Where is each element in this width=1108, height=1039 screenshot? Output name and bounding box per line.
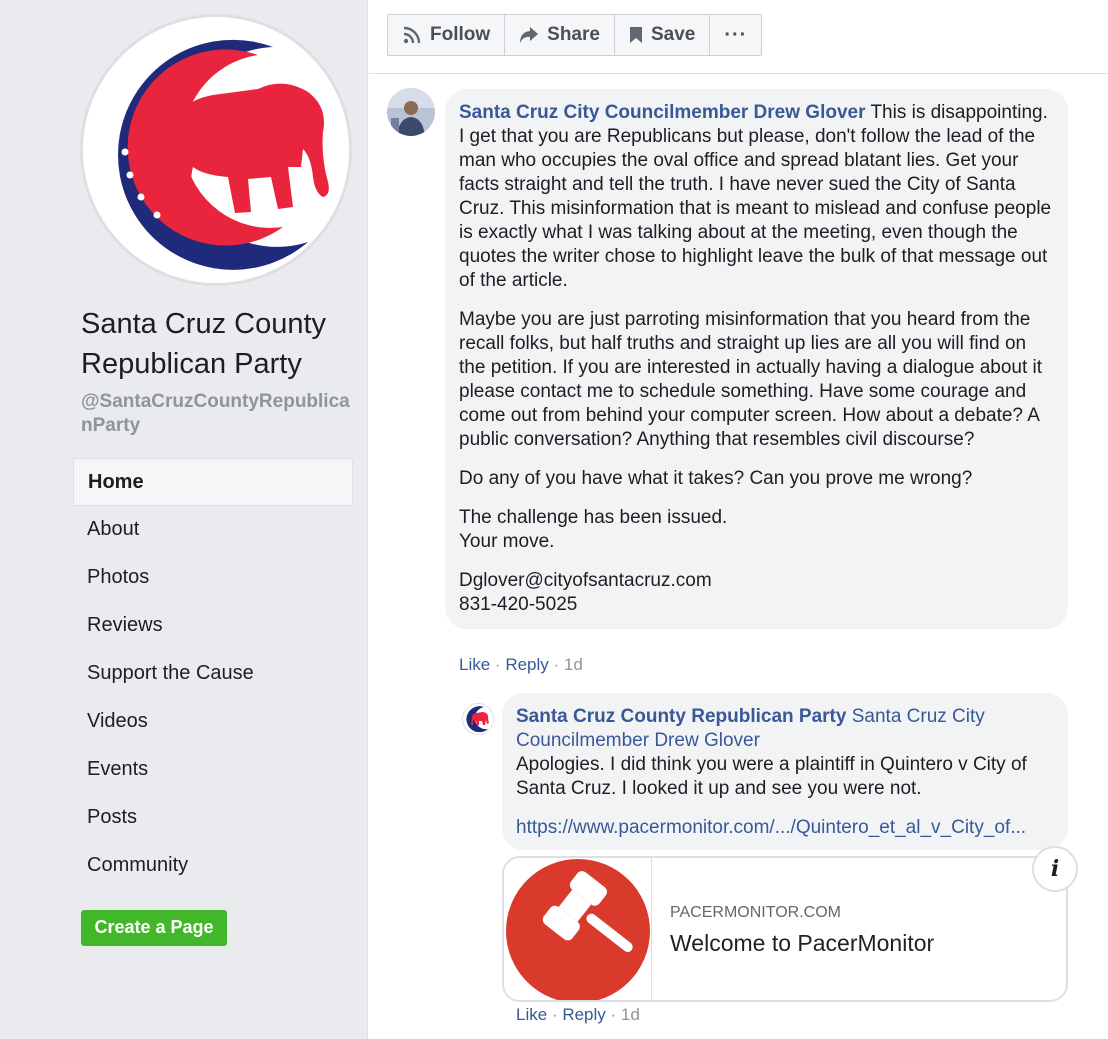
- comment-paragraph: Do any of you have what it takes? Can yo…: [459, 468, 973, 489]
- action-button-group: Follow Share Save ···: [387, 14, 763, 56]
- reply-meta: Like · Reply · 1d: [516, 1005, 640, 1025]
- nav-item-about[interactable]: About: [73, 506, 353, 554]
- meta-separator: ·: [553, 655, 564, 674]
- reply-bubble: Santa Cruz County Republican Party Santa…: [502, 693, 1068, 850]
- reply-link[interactable]: Reply: [505, 655, 548, 674]
- page-title[interactable]: Santa Cruz County Republican Party: [81, 304, 361, 384]
- comment-line: The challenge has been issued.: [459, 507, 728, 528]
- comment-meta: Like · Reply · 1d: [459, 655, 583, 675]
- share-button[interactable]: Share: [505, 15, 615, 55]
- comment-timestamp[interactable]: 1d: [564, 655, 583, 674]
- save-button[interactable]: Save: [615, 15, 711, 55]
- nav-item-support-the-cause[interactable]: Support the Cause: [73, 650, 353, 698]
- comment-paragraph: Santa Cruz City Councilmember Drew Glove…: [459, 101, 1054, 293]
- link-preview-card[interactable]: PACERMONITOR.COM Welcome to PacerMonitor: [502, 856, 1068, 1002]
- shared-url-link[interactable]: https://www.pacermonitor.com/.../Quinter…: [516, 817, 1026, 838]
- user-photo-icon: [387, 88, 435, 136]
- ellipsis-icon: ···: [724, 23, 748, 46]
- page-sidebar: Santa Cruz County Republican Party @Sant…: [0, 0, 368, 1039]
- nav-item-events[interactable]: Events: [73, 746, 353, 794]
- meta-separator: ·: [610, 1005, 621, 1024]
- comment-author-link[interactable]: Santa Cruz City Councilmember Drew Glove…: [459, 102, 866, 123]
- share-arrow-icon: [520, 27, 539, 43]
- info-icon[interactable]: i: [1032, 846, 1078, 892]
- nav-item-videos[interactable]: Videos: [73, 698, 353, 746]
- comment-paragraph: Maybe you are just parroting misinformat…: [459, 309, 1043, 450]
- save-label: Save: [650, 24, 696, 45]
- comment-bubble: Santa Cruz City Councilmember Drew Glove…: [445, 89, 1068, 629]
- commenter-avatar[interactable]: [387, 88, 435, 136]
- rss-icon: [403, 26, 421, 44]
- reply-link[interactable]: Reply: [562, 1005, 605, 1024]
- follow-label: Follow: [430, 24, 491, 45]
- follow-button[interactable]: Follow: [388, 15, 506, 55]
- meta-separator: ·: [551, 1005, 563, 1024]
- share-label: Share: [547, 24, 600, 45]
- more-options-button[interactable]: ···: [710, 15, 761, 55]
- elephant-logo-icon: [83, 17, 349, 283]
- comment-text: This is disappointing. I get that you ar…: [459, 102, 1052, 291]
- reply-timestamp[interactable]: 1d: [621, 1005, 640, 1024]
- like-link[interactable]: Like: [516, 1005, 547, 1024]
- comment-line: Your move.: [459, 531, 555, 552]
- like-link[interactable]: Like: [459, 655, 490, 674]
- comment-paragraph: Dglover@cityofsantacruz.com 831-420-5025: [459, 569, 1054, 617]
- reply-author-avatar[interactable]: [462, 703, 494, 735]
- contact-phone: 831-420-5025: [459, 594, 578, 615]
- nav-item-posts[interactable]: Posts: [73, 794, 353, 842]
- nav-item-community[interactable]: Community: [73, 842, 353, 890]
- reply-text: Apologies. I did think you were a plaint…: [516, 754, 1027, 799]
- create-page-button[interactable]: Create a Page: [81, 910, 227, 946]
- comment-paragraph: The challenge has been issued. Your move…: [459, 506, 1054, 554]
- contact-email: Dglover@cityofsantacruz.com: [459, 570, 712, 591]
- reply-paragraph: Santa Cruz County Republican Party Santa…: [516, 705, 1054, 801]
- bookmark-icon: [629, 27, 642, 43]
- nav-item-photos[interactable]: Photos: [73, 554, 353, 602]
- link-preview-domain: PACERMONITOR.COM: [670, 904, 841, 921]
- link-preview-title[interactable]: Welcome to PacerMonitor: [670, 930, 934, 957]
- nav-item-home[interactable]: Home: [73, 458, 353, 506]
- meta-separator: ·: [494, 655, 506, 674]
- elephant-logo-icon: [463, 704, 493, 734]
- page-handle[interactable]: @SantaCruzCountyRepublicanParty: [81, 390, 361, 438]
- nav-item-reviews[interactable]: Reviews: [73, 602, 353, 650]
- link-preview-image: [504, 858, 652, 1000]
- page-action-bar: Follow Share Save ···: [369, 0, 1108, 74]
- page-nav: Home About Photos Reviews Support the Ca…: [73, 458, 353, 890]
- reply-author-link[interactable]: Santa Cruz County Republican Party: [516, 706, 846, 727]
- page-profile-picture[interactable]: [80, 14, 352, 286]
- gavel-icon: [506, 859, 650, 1000]
- reply-paragraph: https://www.pacermonitor.com/.../Quinter…: [516, 816, 1054, 840]
